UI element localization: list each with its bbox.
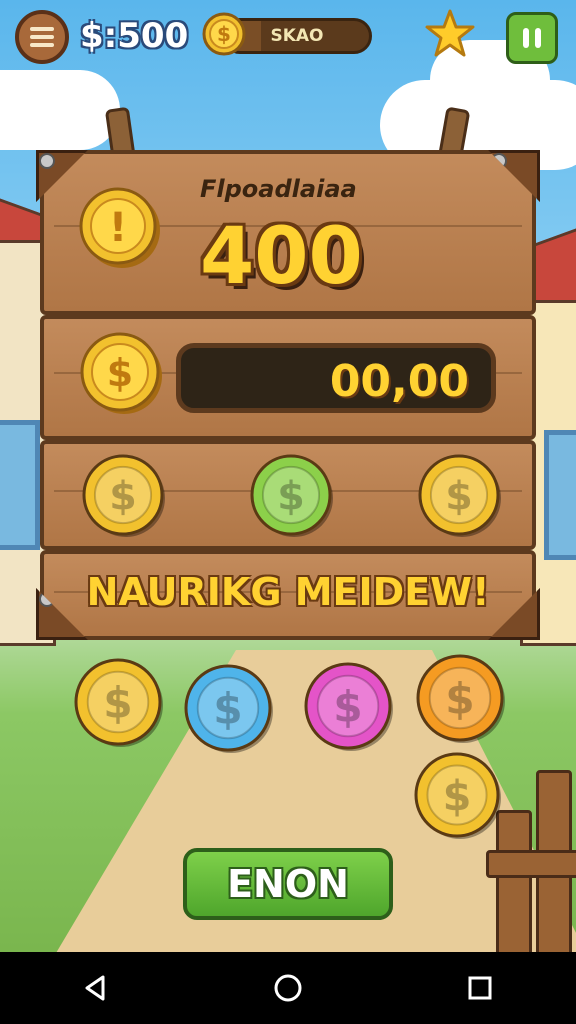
- svg-text:$: $: [445, 675, 474, 724]
- coin-counter-display: 00,00: [176, 343, 496, 413]
- svg-text:$: $: [103, 679, 132, 728]
- pause-button[interactable]: [506, 12, 558, 64]
- svg-text:$: $: [443, 772, 472, 820]
- svg-text:$: $: [333, 683, 362, 732]
- svg-text:$: $: [445, 474, 473, 520]
- blue-coin[interactable]: $: [182, 662, 274, 754]
- xp-coin-icon: $: [202, 12, 246, 56]
- money-counter: $:500: [80, 16, 189, 56]
- svg-text:$: $: [109, 474, 137, 520]
- action-button[interactable]: ENON: [183, 848, 393, 920]
- svg-text:$: $: [217, 22, 231, 46]
- android-navbar: [0, 952, 576, 1024]
- recents-icon[interactable]: [460, 968, 500, 1008]
- gold-coin[interactable]: $: [72, 656, 164, 748]
- wooden-fence: [486, 770, 576, 952]
- gold-coin[interactable]: $: [416, 452, 502, 538]
- counter-value: 00,00: [329, 356, 469, 407]
- house-window: [544, 430, 576, 560]
- cloud: [0, 70, 120, 150]
- menu-icon: [30, 27, 54, 31]
- orange-coin[interactable]: $: [414, 652, 506, 744]
- gold-coin[interactable]: $: [412, 750, 502, 840]
- back-icon[interactable]: [76, 968, 116, 1008]
- svg-text:$: $: [213, 685, 242, 734]
- reward-board: ! Flpoadlaiaa 400 $ 00,00 $ $ $ NAURIKG ME…: [36, 106, 540, 640]
- pink-coin[interactable]: $: [302, 660, 394, 752]
- star-icon[interactable]: [424, 8, 476, 60]
- bonus-value: 400: [200, 212, 363, 302]
- counter-coin-icon: $: [78, 330, 164, 416]
- pause-icon: [523, 28, 529, 48]
- house-window: [0, 420, 40, 550]
- bonus-label: Flpoadlaiaa: [200, 175, 357, 203]
- menu-button[interactable]: [15, 10, 69, 64]
- game-scene: $:500 SKAO $ ! Flpoadlaiaa 400 $ 00,00 $…: [0, 0, 576, 952]
- xp-label: SKAO: [270, 26, 324, 46]
- home-icon[interactable]: [268, 968, 308, 1008]
- bonus-coin-icon: !: [78, 185, 162, 269]
- svg-text:!: !: [109, 205, 127, 251]
- green-coin[interactable]: $: [248, 452, 334, 538]
- gold-coin[interactable]: $: [80, 452, 166, 538]
- banner-text: NAURIKG MEIDEW!: [86, 570, 490, 614]
- svg-text:$: $: [277, 474, 305, 520]
- svg-text:$: $: [107, 351, 133, 395]
